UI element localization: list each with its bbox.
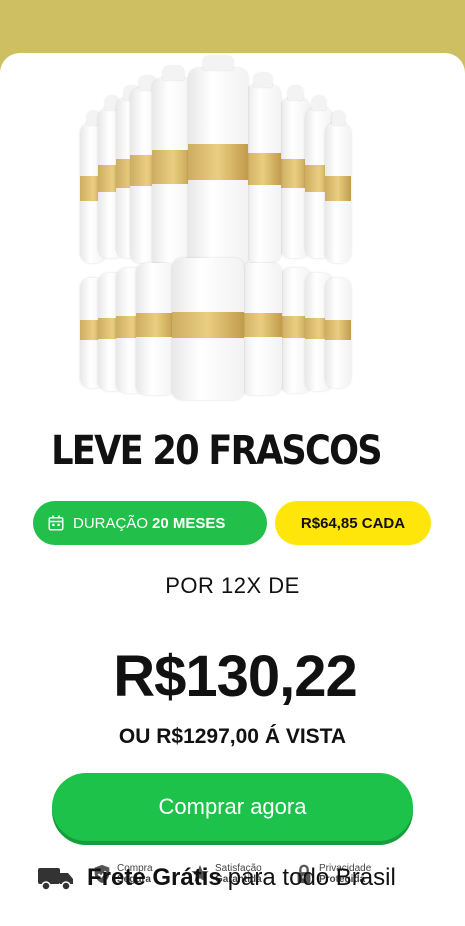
duration-label: DURAÇÃO: [73, 514, 149, 532]
free-shipping: Frete Grátis para todo Brasil: [37, 858, 447, 898]
headline: LEVE 20 FRASCOS: [51, 428, 382, 474]
cash-price: OU R$1297,00 Á VISTA: [118, 725, 347, 748]
installment-price: R$130,22: [113, 644, 358, 709]
unit-price-badge: R$64,85 CADA: [275, 501, 431, 545]
installments-label: POR 12X DE: [165, 573, 300, 598]
shipping-rest: para todo Brasil: [227, 864, 396, 891]
offer-card: LEVE 20 FRASCOS DURAÇÃO 20 MESES R$64,85…: [0, 53, 465, 926]
duration-value: 20 MESES: [152, 514, 226, 532]
duration-badge: DURAÇÃO 20 MESES: [33, 501, 267, 545]
truck-icon: [38, 868, 73, 891]
shipping-bold: Frete Grátis: [87, 864, 222, 891]
calendar-icon: [48, 515, 64, 531]
product-image: [80, 56, 355, 408]
buy-now-button[interactable]: Comprar agora: [52, 773, 413, 841]
